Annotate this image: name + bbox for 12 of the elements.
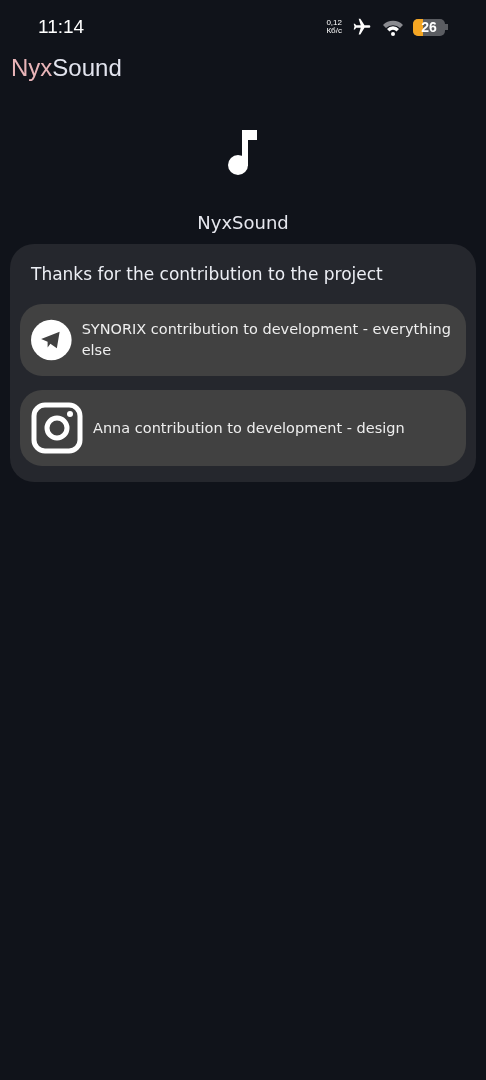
contributor-item[interactable]: Anna contribution to development - design bbox=[20, 390, 466, 466]
app-logo: NyxSound bbox=[10, 54, 122, 82]
credits-title: Thanks for the contribution to the project bbox=[30, 264, 384, 284]
camera-icon bbox=[31, 402, 83, 454]
status-time: 11:14 bbox=[38, 16, 85, 38]
paper-plane-icon bbox=[31, 318, 72, 362]
network-speed: 0,12 Кб/с bbox=[326, 19, 342, 35]
airplane-icon bbox=[351, 17, 373, 37]
contributor-item[interactable]: SYNORIX contribution to development - everything else bbox=[20, 304, 466, 376]
music-note-icon bbox=[226, 128, 260, 176]
wifi-icon bbox=[382, 18, 404, 36]
app-name: NyxSound bbox=[197, 212, 289, 233]
